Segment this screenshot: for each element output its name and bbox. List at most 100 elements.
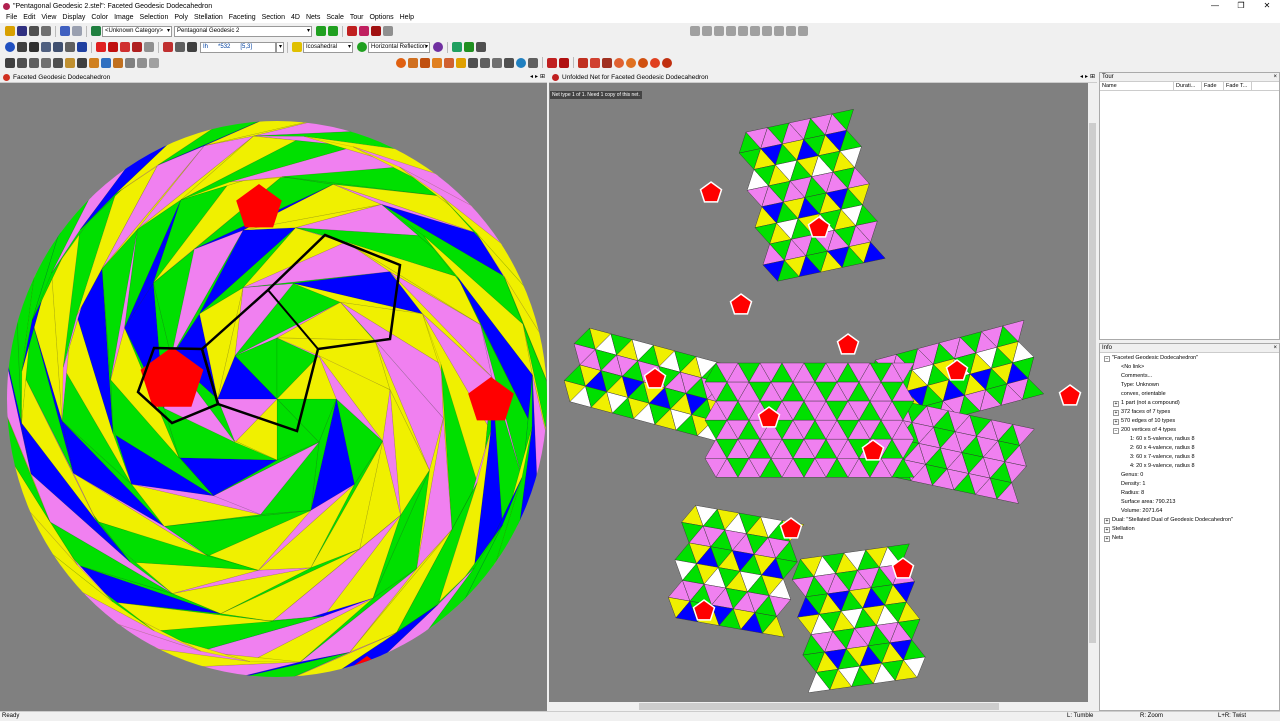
net-tool-icon-1[interactable] — [396, 57, 406, 68]
menu-selection[interactable]: Selection — [137, 12, 172, 23]
net-ball-icon-5[interactable] — [662, 57, 672, 68]
menu-poly[interactable]: Poly — [171, 12, 191, 23]
paint-icon[interactable] — [89, 57, 99, 68]
pointer-icon[interactable] — [5, 57, 15, 68]
poly-icon-1[interactable] — [347, 26, 357, 36]
net-tool-icon-2[interactable] — [408, 57, 418, 68]
bucket-icon[interactable] — [113, 57, 123, 68]
info-tree-item[interactable]: +1 part (not a compound) — [1104, 399, 1279, 408]
move-icon[interactable] — [29, 57, 39, 68]
expand-icon[interactable]: + — [1104, 526, 1110, 533]
view-icon-2[interactable] — [53, 42, 63, 52]
menu-color[interactable]: Color — [88, 12, 111, 23]
expand-icon[interactable]: + — [1104, 535, 1110, 542]
net-ball-icon-3[interactable] — [638, 57, 648, 68]
info-tree-item[interactable]: 1: 60 x 5-valence, radius 8 — [1104, 435, 1279, 444]
vertex-color-icon[interactable] — [120, 42, 130, 52]
net-tool-icon-9[interactable] — [492, 57, 502, 68]
info-tree-item[interactable]: <No link> — [1104, 363, 1279, 372]
info-tree-item[interactable]: 4: 20 x 9-valence, radius 8 — [1104, 462, 1279, 471]
net-horizontal-scrollbar[interactable] — [549, 702, 1088, 711]
net-tool-icon-11[interactable] — [516, 57, 526, 68]
net-view-pane[interactable]: Unfolded Net for Faceted Geodesic Dodeca… — [549, 72, 1097, 711]
model-view-pane[interactable]: Faceted Geodesic Dodecahedron ◂ ▸ ⊞ — [0, 72, 547, 711]
net-tool-icon-4[interactable] — [432, 57, 442, 68]
eraser-icon[interactable] — [476, 42, 486, 52]
info-tree-item[interactable]: Volume: 2071.64 — [1104, 507, 1279, 516]
tool-icon-2[interactable] — [137, 57, 147, 68]
tour-icon-5[interactable] — [738, 26, 748, 36]
pane-prev-button[interactable]: ◂ — [530, 72, 533, 83]
reflection-combo[interactable]: Horizontal Reflection ▾ — [368, 41, 430, 53]
pane-pin-button[interactable]: ⊞ — [540, 72, 545, 83]
save-icon[interactable] — [17, 26, 27, 36]
zoom-icon[interactable] — [41, 57, 51, 68]
redo-icon[interactable] — [72, 26, 82, 36]
cursor-icon[interactable] — [17, 42, 27, 52]
menu-edit[interactable]: Edit — [20, 12, 38, 23]
info-tree[interactable]: − "Faceted Geodesic Dodecahedron" <No link… — [1100, 353, 1279, 543]
menu-4d[interactable]: 4D — [288, 12, 303, 23]
info-tree-item[interactable]: Comments... — [1104, 372, 1279, 381]
view-icon-3[interactable] — [65, 42, 75, 52]
unfolded-net-view[interactable] — [549, 83, 1088, 702]
menu-options[interactable]: Options — [366, 12, 396, 23]
tour-icon-2[interactable] — [702, 26, 712, 36]
expand-icon[interactable]: + — [1113, 409, 1119, 416]
tour-close-button[interactable]: × — [1273, 73, 1277, 82]
net-vertical-scrollbar[interactable] — [1088, 83, 1097, 711]
info-tree-item[interactable]: + Stellation — [1104, 525, 1279, 534]
info-tree-item[interactable]: + Dual: "Stellated Dual of Geodesic Dodec… — [1104, 516, 1279, 525]
info-tree-item[interactable]: 2: 60 x 4-valence, radius 8 — [1104, 444, 1279, 453]
polyhedron-3d-view[interactable] — [0, 83, 547, 711]
facet-icon[interactable] — [175, 42, 185, 52]
net-red-icon-1[interactable] — [547, 57, 557, 68]
info-tree-item[interactable]: Genus: 0 — [1104, 471, 1279, 480]
net-red-icon-5[interactable] — [602, 57, 612, 68]
sphere-icon[interactable] — [433, 42, 443, 52]
section-icon[interactable] — [187, 42, 197, 52]
net-pin-button[interactable]: ⊞ — [1090, 72, 1095, 83]
expand-icon[interactable]: + — [1113, 418, 1119, 425]
menu-image[interactable]: Image — [111, 12, 136, 23]
tool-icon-3[interactable] — [149, 57, 159, 68]
info-tree-item[interactable]: Radius: 8 — [1104, 489, 1279, 498]
filter-icon[interactable] — [452, 42, 462, 52]
menu-view[interactable]: View — [38, 12, 59, 23]
maximize-button[interactable]: ❐ — [1228, 0, 1254, 12]
rewind-icon[interactable] — [786, 26, 796, 36]
net-next-button[interactable]: ▸ — [1085, 72, 1088, 83]
print-icon[interactable] — [41, 26, 51, 36]
net-tool-icon-6[interactable] — [456, 57, 466, 68]
rotate-icon[interactable] — [17, 57, 27, 68]
next-model-icon[interactable] — [328, 26, 338, 36]
net-tool-icon-5[interactable] — [444, 57, 454, 68]
net-prev-button[interactable]: ◂ — [1080, 72, 1083, 83]
menu-help[interactable]: Help — [397, 12, 417, 23]
model-combo[interactable]: Pentagonal Geodesic 2 ▾ — [174, 25, 312, 37]
info-tree-item[interactable]: +372 faces of 7 types — [1104, 408, 1279, 417]
tour-icon-4[interactable] — [726, 26, 736, 36]
menu-faceting[interactable]: Faceting — [226, 12, 259, 23]
collapse-icon[interactable]: − — [1113, 427, 1119, 434]
symmetry-combo[interactable]: Icosahedral ▾ — [303, 41, 353, 53]
face-color-icon[interactable] — [96, 42, 106, 52]
collapse-icon[interactable]: − — [1104, 355, 1110, 362]
save-as-icon[interactable] — [29, 26, 39, 36]
net-tool-icon-10[interactable] — [504, 57, 514, 68]
open-icon[interactable] — [5, 26, 15, 36]
view-icon-4[interactable] — [77, 42, 87, 52]
net-tool-icon-8[interactable] — [480, 57, 490, 68]
menu-scale[interactable]: Scale — [323, 12, 347, 23]
stellate-icon[interactable] — [163, 42, 173, 52]
expand-icon[interactable]: + — [1113, 400, 1119, 407]
menu-section[interactable]: Section — [259, 12, 288, 23]
category-combo[interactable]: <Unknown Category> ▾ — [102, 25, 172, 37]
globe-icon[interactable] — [101, 57, 111, 68]
edge-color-icon[interactable] — [108, 42, 118, 52]
tour-col-duration[interactable]: Durati... — [1174, 82, 1202, 90]
play-icon[interactable] — [750, 26, 760, 36]
tour-col-name[interactable]: Name — [1100, 82, 1174, 90]
menu-display[interactable]: Display — [59, 12, 88, 23]
symmetry-field[interactable]: Ih *532 [5,3] — [200, 41, 276, 53]
